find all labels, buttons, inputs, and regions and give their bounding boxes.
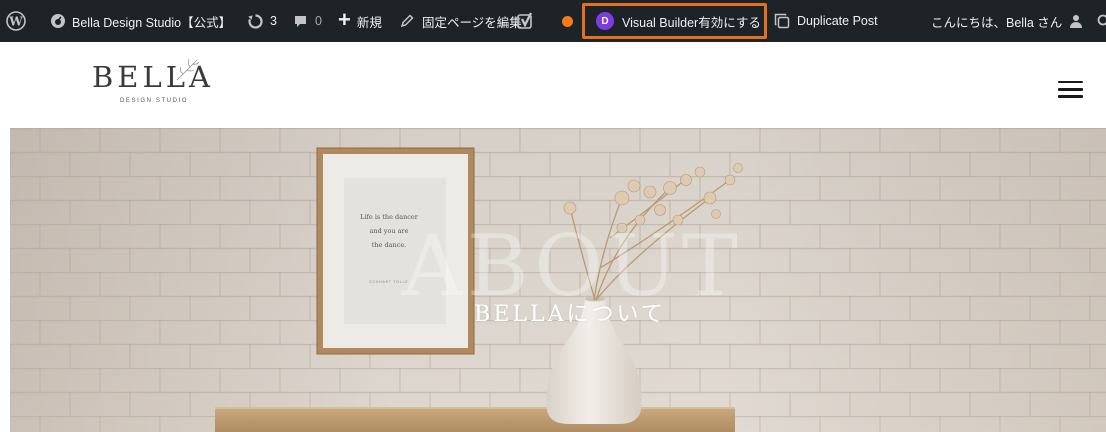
new-content-label: 新規 bbox=[356, 15, 382, 30]
svg-text:W: W bbox=[8, 15, 23, 29]
visual-builder-label: Visual Builder有効にする bbox=[622, 15, 761, 30]
site-logo[interactable]: BELLA DESIGN STUDIO bbox=[92, 58, 212, 104]
divi-icon: D bbox=[596, 12, 614, 30]
yoast-icon bbox=[517, 12, 533, 29]
admin-bar: W Bella Design Studio【公式】 3 0 + 新規 固定ページ… bbox=[0, 0, 1106, 42]
new-content-menu[interactable]: + 新規 bbox=[338, 0, 382, 42]
site-name-menu[interactable]: Bella Design Studio【公式】 bbox=[50, 0, 231, 42]
updates-icon bbox=[248, 13, 263, 29]
comments-menu[interactable]: 0 bbox=[293, 0, 322, 42]
wordpress-icon: W bbox=[6, 11, 26, 31]
logo-subtext: DESIGN STUDIO bbox=[120, 98, 189, 104]
duplicate-icon bbox=[774, 13, 790, 29]
user-icon bbox=[1070, 15, 1083, 28]
hamburger-icon[interactable] bbox=[1058, 81, 1083, 98]
updates-menu[interactable]: 3 bbox=[247, 0, 277, 42]
yoast-seo-menu[interactable] bbox=[517, 0, 535, 42]
hero-section: Life is the dancer and you are the dance… bbox=[10, 128, 1106, 432]
visual-builder-link[interactable]: D Visual Builder有効にする bbox=[596, 0, 761, 42]
leaf-sprig-icon bbox=[176, 58, 200, 81]
duplicate-post-label: Duplicate Post bbox=[797, 14, 878, 28]
seo-status-dot bbox=[562, 16, 573, 27]
search-icon[interactable] bbox=[1096, 14, 1106, 31]
greeting-text: こんにちは、Bella さん bbox=[931, 15, 1063, 30]
account-menu[interactable]: こんにちは、Bella さん bbox=[931, 0, 1083, 42]
edit-page-label: 固定ページを編集 bbox=[422, 15, 522, 30]
updates-count: 3 bbox=[270, 14, 277, 28]
dashboard-icon bbox=[51, 14, 65, 28]
hero-title: BELLAについて bbox=[474, 302, 666, 327]
site-name-label: Bella Design Studio【公式】 bbox=[72, 15, 232, 30]
comments-count: 0 bbox=[315, 14, 322, 28]
plus-icon: + bbox=[338, 7, 351, 32]
site-header: BELLA DESIGN STUDIO bbox=[0, 42, 1106, 128]
pencil-icon bbox=[400, 14, 414, 28]
wordpress-logo-menu[interactable]: W bbox=[6, 11, 26, 31]
comment-icon bbox=[295, 15, 306, 27]
edit-page-link[interactable]: 固定ページを編集 bbox=[400, 0, 522, 42]
duplicate-post-link[interactable]: Duplicate Post bbox=[773, 0, 878, 42]
